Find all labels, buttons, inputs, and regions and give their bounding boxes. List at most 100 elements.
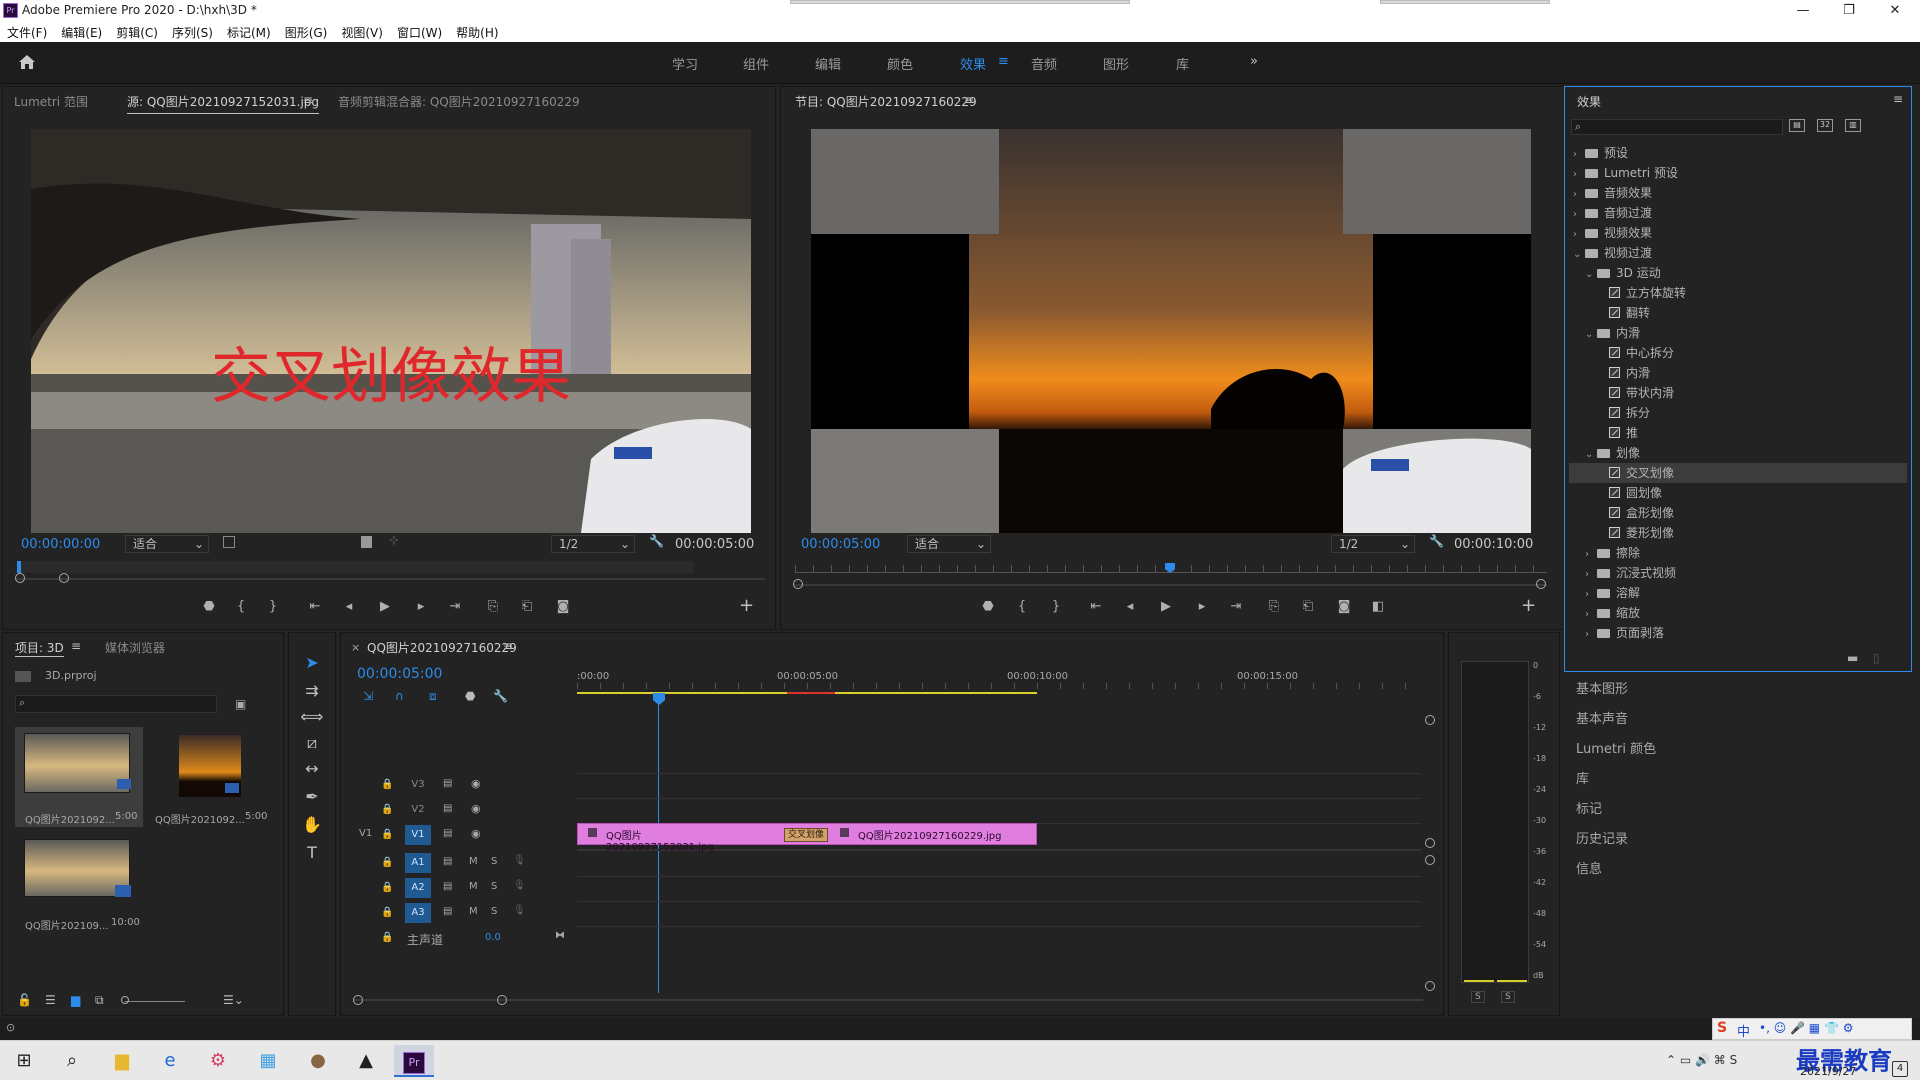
sort-icon[interactable]: ☰⌄	[223, 993, 244, 1007]
effects-tree-item[interactable]: 翻转	[1569, 303, 1907, 323]
32bit-effects-icon[interactable]: 32	[1817, 119, 1833, 132]
maximize-button[interactable]: ❐	[1826, 0, 1872, 22]
program-zoom-bar[interactable]	[795, 584, 1547, 586]
effects-tree-item[interactable]: 带状内滑	[1569, 383, 1907, 403]
lock-icon[interactable]: 🔒	[381, 907, 393, 918]
list-view-icon[interactable]: ☰	[45, 993, 56, 1007]
trash-icon[interactable]: ▯	[1873, 651, 1880, 665]
vscroll-handle-bottom[interactable]	[1425, 981, 1435, 991]
effects-tree-item[interactable]: › 溶解	[1569, 583, 1907, 603]
sync-lock-icon[interactable]: ▤	[443, 828, 452, 839]
zoom-handle-right[interactable]	[1536, 579, 1546, 589]
zoom-slider-handle[interactable]	[121, 996, 129, 1004]
track-label-v3[interactable]: V3	[405, 775, 431, 795]
play-icon[interactable]: ▶	[1155, 599, 1177, 614]
chevron-right-icon[interactable]: ›	[1585, 625, 1597, 645]
effects-tree-item[interactable]: › 视频效果	[1569, 223, 1907, 243]
track-label-a1[interactable]: A1	[405, 853, 431, 873]
panel-history[interactable]: 历史记录	[1576, 828, 1916, 858]
new-search-bin-icon[interactable]: ▣	[235, 697, 246, 711]
effects-tree-item[interactable]: › Lumetri 预设	[1569, 163, 1907, 183]
track-label-v1[interactable]: V1	[405, 825, 431, 845]
menu-clip[interactable]: 剪辑(C)	[109, 22, 165, 41]
mark-out-icon[interactable]: }	[262, 599, 284, 614]
ws-more-button[interactable]: »	[1250, 54, 1258, 69]
photos-icon[interactable]: ▲	[346, 1045, 386, 1077]
effects-tree-item[interactable]: 中心拆分	[1569, 343, 1907, 363]
chevron-right-icon[interactable]: ›	[1573, 205, 1585, 225]
chevron-right-icon[interactable]: ›	[1573, 165, 1585, 185]
app-icon-1[interactable]: ⚙	[198, 1045, 238, 1077]
chevron-down-icon[interactable]: ⌄	[1573, 245, 1585, 265]
menu-help[interactable]: 帮助(H)	[449, 22, 505, 41]
ws-effects-menu-icon[interactable]: ≡	[998, 54, 1009, 69]
lift-icon[interactable]: ⎘	[1263, 599, 1285, 614]
camera-icon[interactable]: ◙	[1333, 599, 1355, 614]
menu-edit[interactable]: 编辑(E)	[54, 22, 109, 41]
safe-margins-icon[interactable]	[223, 536, 235, 548]
add-marker-icon[interactable]: ⬣	[977, 599, 999, 614]
close-tab-icon[interactable]: ×	[351, 641, 360, 654]
vscroll-handle-mid[interactable]	[1425, 838, 1435, 848]
mark-in-icon[interactable]: {	[1011, 599, 1033, 614]
tab-project[interactable]: 项目: 3D	[15, 639, 64, 657]
master-volume-value[interactable]: 0.0	[485, 932, 501, 943]
ws-editing[interactable]: 编辑	[815, 54, 841, 73]
effects-tree-item[interactable]: 内滑	[1569, 363, 1907, 383]
timeline-ruler[interactable]: :00:00 00:00:05:00 00:00:10:00 00:00:15:…	[577, 667, 1421, 697]
mark-in-icon[interactable]: {	[230, 599, 252, 614]
tab-lumetri-scopes[interactable]: Lumetri 范围	[14, 93, 88, 110]
effects-tree-item[interactable]: ⌄ 3D 运动	[1569, 263, 1907, 283]
drag-video-icon[interactable]: ⊹	[389, 533, 399, 547]
effects-tree-item[interactable]: › 音频过渡	[1569, 203, 1907, 223]
yuv-effects-icon[interactable]: ▥	[1845, 119, 1861, 132]
timeline-timecode[interactable]: 00:00:05:00	[357, 666, 442, 682]
solo-button[interactable]: S	[491, 856, 497, 867]
chevron-down-icon[interactable]: ⌄	[1585, 445, 1597, 465]
chevron-right-icon[interactable]: ›	[1585, 565, 1597, 585]
tab-timeline-sequence[interactable]: QQ图片20210927160229	[367, 639, 517, 656]
panel-lumetri-color[interactable]: Lumetri 颜色	[1576, 738, 1916, 768]
ws-assembly[interactable]: 组件	[743, 54, 769, 73]
home-icon[interactable]	[18, 54, 36, 70]
menu-marker[interactable]: 标记(M)	[220, 22, 278, 41]
wrench-icon[interactable]: 🔧	[1429, 534, 1444, 548]
compare-view-icon[interactable]: ◧	[1367, 599, 1389, 614]
go-to-in-icon[interactable]: ⇤	[304, 599, 326, 614]
premiere-taskbar-icon[interactable]: Pr	[394, 1045, 434, 1077]
add-button-icon[interactable]: +	[1521, 595, 1536, 616]
lock-icon[interactable]: 🔒	[381, 932, 393, 943]
lock-icon[interactable]: 🔒	[381, 779, 393, 790]
menu-window[interactable]: 窗口(W)	[390, 22, 449, 41]
menu-file[interactable]: 文件(F)	[0, 22, 54, 41]
file-explorer-icon[interactable]: ▆	[102, 1045, 142, 1077]
source-timecode-in[interactable]: 00:00:00:00	[21, 537, 100, 552]
panel-essential-graphics[interactable]: 基本图形	[1576, 678, 1916, 708]
clip-source-1[interactable]: QQ图片20210927152031.jpg	[578, 824, 748, 853]
project-item-3[interactable]: QQ图片202109... 10:00	[15, 833, 143, 933]
go-to-in-icon[interactable]: ⇤	[1085, 599, 1107, 614]
sync-lock-icon[interactable]: ▤	[443, 856, 452, 867]
tab-source[interactable]: 源: QQ图片20210927152031.jpg	[127, 93, 320, 114]
track-label-a3[interactable]: A3	[405, 903, 431, 923]
chevron-right-icon[interactable]: ›	[1573, 225, 1585, 245]
go-to-out-icon[interactable]: ⇥	[444, 599, 466, 614]
nest-icon[interactable]: ⇲	[363, 689, 373, 703]
track-select-tool-icon[interactable]: ⇉	[300, 681, 324, 700]
ws-effects[interactable]: 效果	[960, 54, 986, 73]
menu-sequence[interactable]: 序列(S)	[165, 22, 220, 41]
solo-button[interactable]: S	[491, 906, 497, 917]
sync-lock-icon[interactable]: ▤	[443, 881, 452, 892]
chevron-right-icon[interactable]: ›	[1585, 605, 1597, 625]
menu-graphics[interactable]: 图形(G)	[278, 22, 335, 41]
timeline-hscroll[interactable]	[353, 999, 1423, 1001]
step-back-icon[interactable]: ◂	[1119, 599, 1141, 614]
effects-tree-item[interactable]: ⌄ 内滑	[1569, 323, 1907, 343]
vscroll-handle-top[interactable]	[1425, 715, 1435, 725]
tab-media-browser[interactable]: 媒体浏览器	[105, 639, 165, 656]
windows-start-icon[interactable]: ⊞	[4, 1045, 44, 1077]
add-button-icon[interactable]: +	[739, 595, 754, 616]
tab-timeline-menu-icon[interactable]: ≡	[503, 639, 513, 653]
source-patch-v1[interactable]: V1	[359, 828, 372, 839]
source-zoom-bar[interactable]	[17, 578, 765, 580]
